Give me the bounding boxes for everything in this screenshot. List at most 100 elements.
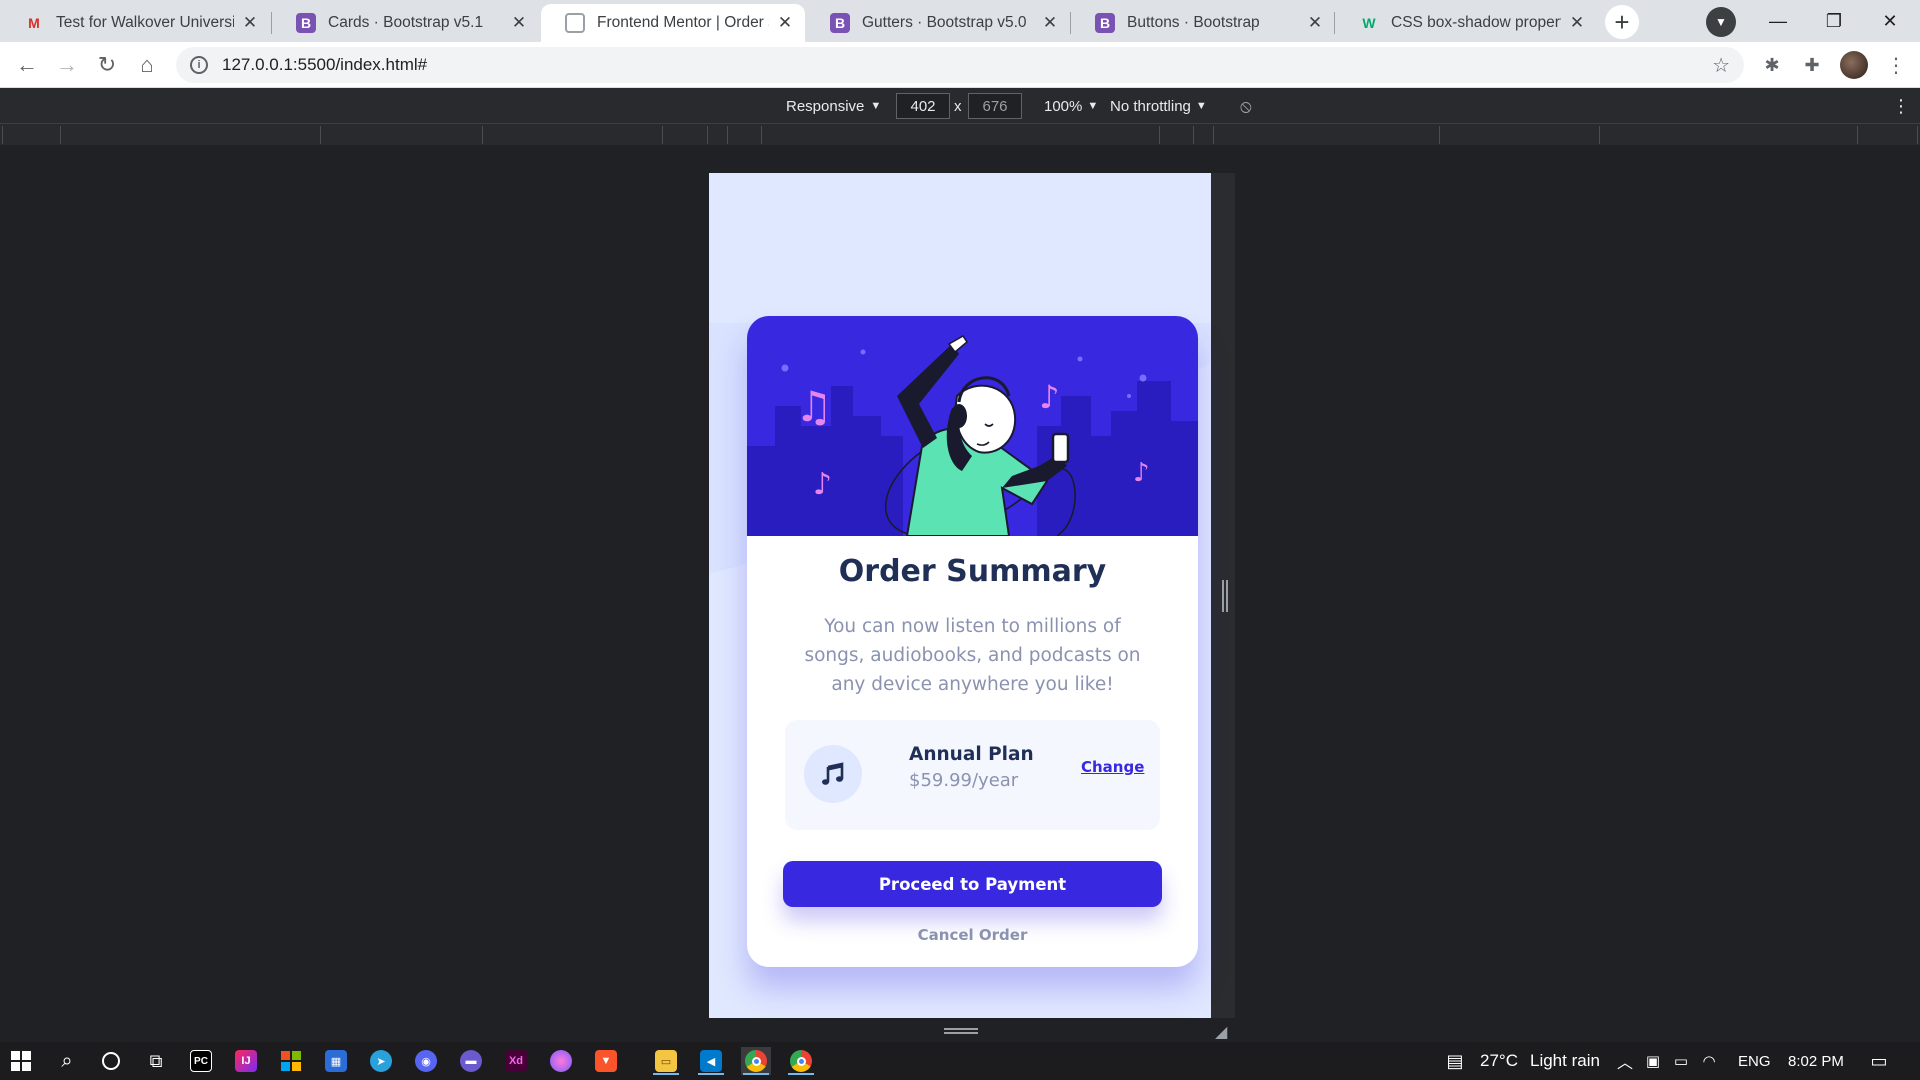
tab-title: Test for Walkover University	[56, 14, 234, 31]
info-icon[interactable]: i	[190, 56, 208, 74]
height-input[interactable]: 676	[968, 93, 1022, 119]
notification-icon[interactable]: ▭	[1864, 1047, 1894, 1075]
change-plan-link[interactable]: Change	[1081, 758, 1144, 776]
chevron-up-icon[interactable]: ︿	[1610, 1047, 1640, 1075]
resize-corner-icon[interactable]: ◢	[1215, 1022, 1227, 1042]
tab-title: Cards · Bootstrap v5.1	[328, 14, 484, 31]
close-icon[interactable]: ✕	[775, 13, 795, 33]
windows-start-icon[interactable]	[6, 1047, 36, 1075]
profile-avatar[interactable]	[1840, 51, 1868, 79]
ruler-segment[interactable]	[1193, 126, 1213, 144]
cancel-order-button[interactable]: Cancel Order	[747, 926, 1198, 944]
pycharm-icon[interactable]: PC	[186, 1047, 216, 1075]
intellij-icon[interactable]: IJ	[231, 1047, 261, 1075]
order-summary-card: ♫ ♪ ♪ ♪ Order Summary You can now listen…	[747, 316, 1198, 967]
ruler-segment[interactable]	[1213, 126, 1439, 144]
resize-grip-icon[interactable]	[1222, 580, 1228, 612]
resize-grip-bottom-icon[interactable]	[944, 1028, 978, 1034]
close-icon[interactable]: ✕	[509, 13, 529, 33]
back-button[interactable]: ←	[11, 49, 43, 81]
width-field-wrapper: 402	[896, 93, 950, 119]
brave-browser-icon[interactable]: ▼	[591, 1047, 621, 1075]
device-mode-label: Responsive	[786, 97, 865, 115]
music-note-icon	[804, 745, 862, 803]
news-app-icon[interactable]: ▦	[321, 1047, 351, 1075]
microsoft-store-icon[interactable]	[276, 1047, 306, 1075]
cortana-icon[interactable]	[96, 1047, 126, 1075]
vscode-icon[interactable]: ◀	[696, 1047, 726, 1075]
dropdown-caret-icon: ▼	[1087, 100, 1099, 112]
restore-button[interactable]: ❐	[1806, 0, 1862, 42]
w3schools-icon: W	[1362, 15, 1376, 31]
minimize-button[interactable]: —	[1750, 0, 1806, 42]
ruler-segment[interactable]	[320, 126, 482, 144]
weather-icon[interactable]: ▤	[1440, 1047, 1470, 1075]
proceed-to-payment-button[interactable]: Proceed to Payment	[783, 861, 1162, 907]
rotate-icon[interactable]: ⦸	[1240, 94, 1252, 118]
address-bar[interactable]: i 127.0.0.1:5500/index.html# ☆	[176, 47, 1744, 83]
ruler-segment[interactable]	[1857, 126, 1918, 144]
menu-kebab-icon[interactable]: ⋮	[1882, 51, 1910, 79]
weather-condition[interactable]: Light rain	[1530, 1051, 1600, 1071]
meet-now-icon[interactable]: ▣	[1638, 1047, 1668, 1075]
new-tab-button[interactable]: +	[1605, 5, 1639, 39]
discord-icon[interactable]: ◉	[411, 1047, 441, 1075]
weather-temperature[interactable]: 27°C	[1480, 1051, 1518, 1071]
wifi-icon[interactable]: ◠	[1694, 1047, 1724, 1075]
loading-icon	[565, 13, 585, 33]
battery-icon[interactable]: ▭	[1666, 1047, 1696, 1075]
telegram-icon[interactable]: ➤	[366, 1047, 396, 1075]
reload-button[interactable]: ↻	[91, 49, 123, 81]
ruler-segment[interactable]	[662, 126, 707, 144]
clock[interactable]: 8:02 PM	[1788, 1053, 1844, 1070]
task-view-icon[interactable]: ⧉	[141, 1047, 171, 1075]
figma-like-icon[interactable]	[546, 1047, 576, 1075]
bug-extension-icon[interactable]: ✱	[1758, 51, 1786, 79]
adobe-xd-icon[interactable]: Xd	[501, 1047, 531, 1075]
tab-search-button[interactable]: ▼	[1706, 7, 1736, 37]
ruler-segment[interactable]	[1599, 126, 1857, 144]
ruler-segment[interactable]	[1439, 126, 1599, 144]
height-field-wrapper: 676	[968, 93, 1022, 119]
home-button[interactable]: ⌂	[131, 49, 163, 81]
tab-frontend-mentor[interactable]: Frontend Mentor | Order su ✕	[541, 4, 805, 42]
ruler-segment[interactable]	[707, 126, 727, 144]
ruler-segment[interactable]	[1159, 126, 1193, 144]
tab-title: Frontend Mentor | Order su	[597, 14, 769, 31]
more-options-icon[interactable]: ⋮	[1892, 94, 1910, 118]
bookmark-star-icon[interactable]: ☆	[1712, 53, 1730, 78]
tab-w3schools[interactable]: W CSS box-shadow property ✕	[1335, 4, 1597, 42]
close-icon[interactable]: ✕	[1305, 13, 1325, 33]
close-icon[interactable]: ✕	[1567, 13, 1587, 33]
tab-bootstrap-gutters[interactable]: B Gutters · Bootstrap v5.0 ✕	[806, 4, 1070, 42]
windows-taskbar: ⌕ ⧉ PC IJ ▦ ➤ ◉ ▬ Xd ▼ ▭ ◀ ▤ 27°C Light …	[0, 1042, 1920, 1080]
zoom-dropdown[interactable]: 100% ▼	[1044, 94, 1098, 118]
ruler-segment[interactable]	[761, 126, 1159, 144]
close-icon[interactable]: ✕	[240, 13, 260, 33]
throttling-label: No throttling	[1110, 97, 1191, 115]
width-input[interactable]: 402	[896, 93, 950, 119]
ruler-segment[interactable]	[2, 126, 60, 144]
chrome-icon[interactable]	[741, 1047, 771, 1075]
tab-bootstrap-buttons[interactable]: B Buttons · Bootstrap ✕	[1071, 4, 1335, 42]
language-indicator[interactable]: ENG	[1738, 1053, 1771, 1070]
tab-title: Buttons · Bootstrap	[1127, 14, 1260, 31]
ruler-segment[interactable]	[727, 126, 761, 144]
close-window-button[interactable]: ✕	[1862, 0, 1918, 42]
ruler-segment[interactable]	[482, 126, 662, 144]
forward-button[interactable]: →	[51, 49, 83, 81]
media-query-ruler[interactable]	[0, 123, 1920, 145]
url-text[interactable]: 127.0.0.1:5500/index.html#	[222, 55, 427, 75]
tab-gmail[interactable]: M Test for Walkover University ✕	[0, 4, 270, 42]
extensions-puzzle-icon[interactable]: ✚	[1798, 51, 1826, 79]
chrome-canary-icon[interactable]	[786, 1047, 816, 1075]
file-explorer-icon[interactable]: ▭	[651, 1047, 681, 1075]
ruler-segment[interactable]	[60, 126, 320, 144]
search-icon[interactable]: ⌕	[52, 1047, 82, 1075]
tab-bootstrap-cards[interactable]: B Cards · Bootstrap v5.1 ✕	[272, 4, 539, 42]
throttling-dropdown[interactable]: No throttling ▼	[1110, 94, 1207, 118]
device-mode-dropdown[interactable]: Responsive ▼	[786, 94, 881, 118]
dimension-separator: x	[954, 97, 962, 115]
app-icon[interactable]: ▬	[456, 1047, 486, 1075]
close-icon[interactable]: ✕	[1040, 13, 1060, 33]
